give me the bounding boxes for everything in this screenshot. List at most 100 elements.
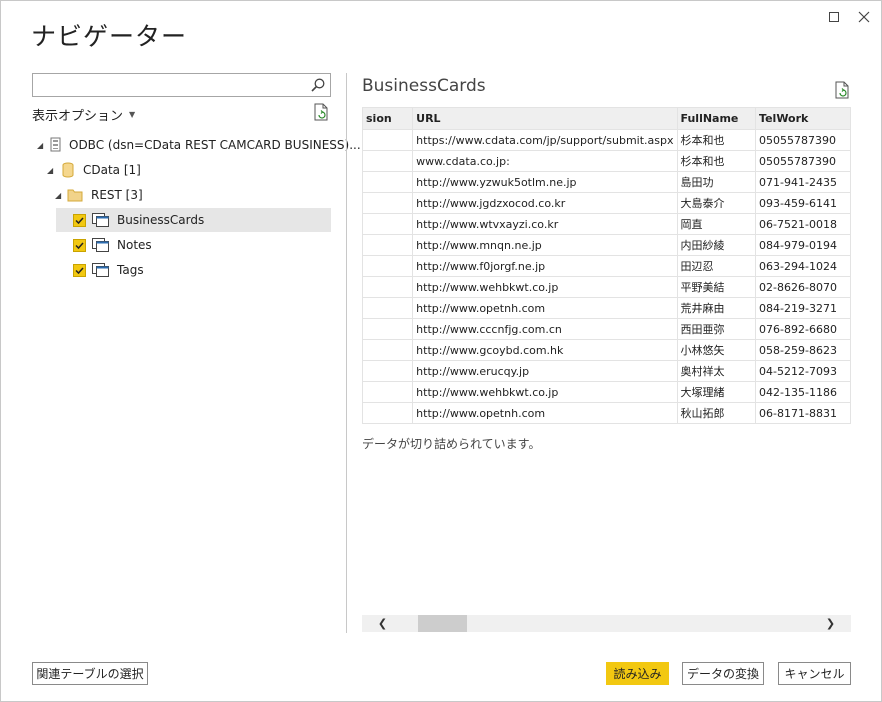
load-button[interactable]: 読み込み bbox=[606, 662, 669, 685]
panel-divider[interactable] bbox=[346, 73, 347, 633]
table-cell[interactable] bbox=[362, 150, 414, 172]
cancel-button[interactable]: キャンセル bbox=[778, 662, 851, 685]
table-cell[interactable] bbox=[362, 171, 414, 193]
search-icon[interactable] bbox=[310, 77, 326, 93]
table-cell[interactable]: 岡直 bbox=[676, 213, 757, 235]
folder-icon bbox=[67, 189, 83, 202]
table-cell[interactable]: 06-8171-8831 bbox=[755, 402, 851, 424]
table-cell[interactable]: www.cdata.co.jp: bbox=[412, 150, 678, 172]
horizontal-scrollbar[interactable]: ❮ ❯ bbox=[362, 615, 851, 632]
expand-triangle-icon[interactable]: ◢ bbox=[55, 191, 65, 200]
refresh-icon[interactable] bbox=[834, 81, 850, 99]
table-cell[interactable]: 荒井麻由 bbox=[676, 297, 757, 319]
column-header[interactable]: URL bbox=[412, 107, 678, 130]
refresh-icon[interactable] bbox=[313, 103, 329, 121]
table-cell[interactable] bbox=[362, 255, 414, 277]
expand-triangle-icon[interactable]: ◢ bbox=[37, 141, 47, 150]
table-cell[interactable]: http://www.erucqy.jp bbox=[412, 360, 678, 382]
table-cell[interactable] bbox=[362, 360, 414, 382]
table-cell[interactable]: http://www.wehbkwt.co.jp bbox=[412, 276, 678, 298]
table-cell[interactable]: 042-135-1186 bbox=[755, 381, 851, 403]
table-cell[interactable]: 02-8626-8070 bbox=[755, 276, 851, 298]
table-cell[interactable]: 奥村祥太 bbox=[676, 360, 757, 382]
maximize-icon[interactable] bbox=[823, 7, 845, 27]
table-cell[interactable] bbox=[362, 318, 414, 340]
transform-data-button[interactable]: データの変換 bbox=[682, 662, 764, 685]
table-cell[interactable] bbox=[362, 276, 414, 298]
table-row: http://www.cccnfjg.com.cn 西田亜弥 076-892-668… bbox=[362, 318, 851, 340]
search-input[interactable] bbox=[32, 73, 331, 97]
table-cell[interactable]: 04-5212-7093 bbox=[755, 360, 851, 382]
expand-triangle-icon[interactable]: ◢ bbox=[47, 166, 57, 175]
select-related-tables-button[interactable]: 関連テーブルの選択 bbox=[32, 662, 148, 685]
chevron-down-icon: ▼ bbox=[129, 110, 136, 119]
table-cell[interactable]: 島田功 bbox=[676, 171, 757, 193]
table-cell[interactable]: 内田紗綾 bbox=[676, 234, 757, 256]
table-cell[interactable]: 084-219-3271 bbox=[755, 297, 851, 319]
table-cell[interactable]: 田辺忍 bbox=[676, 255, 757, 277]
table-cell[interactable]: http://www.opetnh.com bbox=[412, 297, 678, 319]
table-cell[interactable] bbox=[362, 297, 414, 319]
table-cell[interactable]: 大塚理緒 bbox=[676, 381, 757, 403]
window-title: ナビゲーター bbox=[31, 22, 188, 51]
table-cell[interactable]: 平野美結 bbox=[676, 276, 757, 298]
tree-node-odbc[interactable]: ◢ ODBC (dsn=CData REST CAMCARD BUSINESS)… bbox=[37, 133, 361, 157]
tree-node-rest[interactable]: ◢ REST [3] bbox=[55, 183, 143, 207]
table-cell[interactable]: 093-459-6141 bbox=[755, 192, 851, 214]
column-header[interactable]: sion bbox=[362, 107, 414, 130]
column-header[interactable]: FullName bbox=[676, 107, 757, 130]
table-cell[interactable]: 杉本和也 bbox=[676, 150, 757, 172]
table-row: http://www.wehbkwt.co.jp 大塚理緒 042-135-1186 bbox=[362, 381, 851, 403]
table-cell[interactable]: 084-979-0194 bbox=[755, 234, 851, 256]
display-options-dropdown[interactable]: 表示オプション ▼ bbox=[32, 105, 135, 124]
table-cell[interactable]: 06-7521-0018 bbox=[755, 213, 851, 235]
table-cell[interactable] bbox=[362, 192, 414, 214]
checkbox-businesscards[interactable] bbox=[73, 213, 86, 227]
table-cell[interactable]: http://www.cccnfjg.com.cn bbox=[412, 318, 678, 340]
tree-node-tags[interactable]: Tags bbox=[73, 258, 144, 282]
table-cell[interactable]: http://www.wehbkwt.co.jp bbox=[412, 381, 678, 403]
table-cell[interactable]: 063-294-1024 bbox=[755, 255, 851, 277]
table-row: http://www.erucqy.jp 奥村祥太 04-5212-7093 bbox=[362, 360, 851, 382]
table-cell[interactable]: 杉本和也 bbox=[676, 129, 757, 151]
table-cell[interactable]: http://www.opetnh.com bbox=[412, 402, 678, 424]
table-cell[interactable] bbox=[362, 402, 414, 424]
tree-node-notes[interactable]: Notes bbox=[73, 233, 152, 257]
preview-grid[interactable]: sion URL FullName TelWork https://www.cd… bbox=[362, 107, 851, 425]
scrollbar-thumb[interactable] bbox=[418, 615, 467, 632]
table-cell[interactable]: 05055787390 bbox=[755, 129, 851, 151]
table-cell[interactable]: 058-259-8623 bbox=[755, 339, 851, 361]
table-cell[interactable] bbox=[362, 234, 414, 256]
table-cell[interactable]: http://www.mnqn.ne.jp bbox=[412, 234, 678, 256]
table-cell[interactable]: http://www.wtvxayzi.co.kr bbox=[412, 213, 678, 235]
table-cell[interactable]: http://www.f0jorgf.ne.jp bbox=[412, 255, 678, 277]
table-cell[interactable]: http://www.jgdzxocod.co.kr bbox=[412, 192, 678, 214]
table-cell[interactable] bbox=[362, 381, 414, 403]
table-cell[interactable] bbox=[362, 213, 414, 235]
table-cell[interactable]: 076-892-6680 bbox=[755, 318, 851, 340]
table-cell[interactable]: 大島泰介 bbox=[676, 192, 757, 214]
table-cell[interactable]: http://www.gcoybd.com.hk bbox=[412, 339, 678, 361]
table-cell[interactable]: 秋山拓郎 bbox=[676, 402, 757, 424]
table-icon bbox=[92, 213, 109, 227]
table-row: http://www.yzwuk5otlm.ne.jp 島田功 071-941-24… bbox=[362, 171, 851, 193]
close-icon[interactable] bbox=[853, 7, 875, 27]
checkbox-notes[interactable] bbox=[73, 238, 86, 252]
checkbox-tags[interactable] bbox=[73, 263, 86, 277]
table-cell[interactable] bbox=[362, 339, 414, 361]
column-header[interactable]: TelWork bbox=[755, 107, 851, 130]
scroll-right-icon[interactable]: ❯ bbox=[822, 615, 839, 632]
table-row: http://www.opetnh.com 秋山拓郎 06-8171-8831 bbox=[362, 402, 851, 424]
table-icon bbox=[92, 263, 109, 277]
table-cell[interactable]: 西田亜弥 bbox=[676, 318, 757, 340]
scroll-left-icon[interactable]: ❮ bbox=[374, 615, 391, 632]
tree-node-cdata[interactable]: ◢ CData [1] bbox=[47, 158, 141, 182]
tree-label-tags: Tags bbox=[117, 263, 144, 277]
table-cell[interactable]: http://www.yzwuk5otlm.ne.jp bbox=[412, 171, 678, 193]
table-cell[interactable]: 05055787390 bbox=[755, 150, 851, 172]
table-cell[interactable]: 小林悠矢 bbox=[676, 339, 757, 361]
tree-node-businesscards[interactable]: BusinessCards bbox=[56, 208, 331, 232]
table-cell[interactable]: 071-941-2435 bbox=[755, 171, 851, 193]
table-cell[interactable]: https://www.cdata.com/jp/support/submit.… bbox=[412, 129, 678, 151]
table-cell[interactable] bbox=[362, 129, 414, 151]
